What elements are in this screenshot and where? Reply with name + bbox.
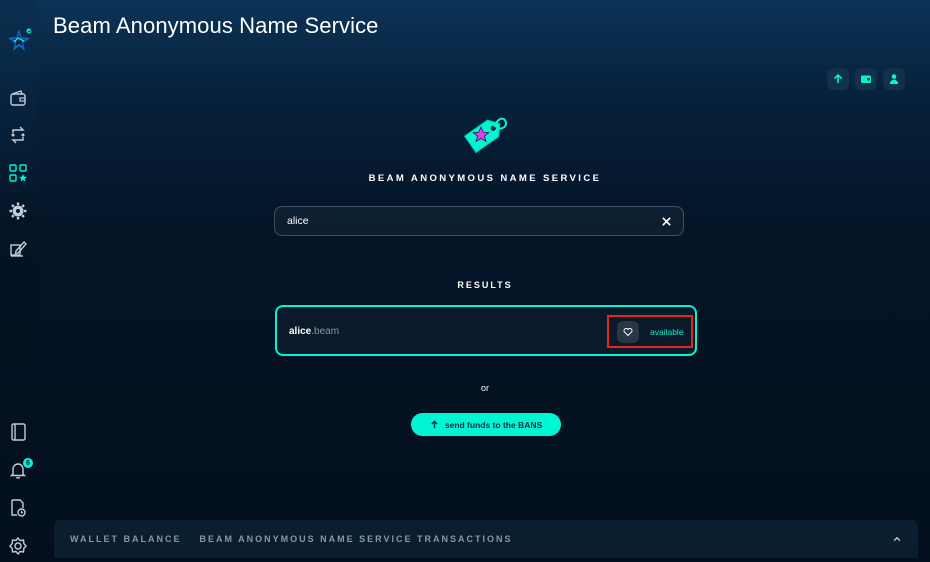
chevron-up-icon	[893, 536, 901, 542]
result-name-main: alice	[289, 326, 312, 337]
favorite-button[interactable]	[617, 321, 639, 343]
tab-wallet-balance[interactable]: WALLET BALANCE	[70, 534, 182, 544]
hero-title: BEAM ANONYMOUS NAME SERVICE	[368, 173, 602, 184]
wallet-icon	[861, 75, 871, 83]
gear-icon[interactable]	[8, 201, 28, 221]
notebook-icon[interactable]	[8, 422, 28, 442]
send-funds-button[interactable]: send funds to the BANS	[411, 413, 561, 436]
result-name-suffix: .beam	[311, 326, 340, 337]
notification-badge: 6	[23, 458, 33, 468]
user-icon	[889, 74, 899, 84]
result-item[interactable]: alice.beam available	[275, 305, 697, 356]
send-funds-label: send funds to the BANS	[444, 419, 543, 430]
search-input[interactable]	[287, 215, 659, 227]
arrow-up-icon	[431, 420, 438, 429]
tab-bans-transactions[interactable]: BEAM ANONYMOUS NAME SERVICE TRANSACTIONS	[200, 534, 513, 544]
search-box	[274, 206, 684, 236]
availability-status: available	[650, 327, 684, 337]
collapse-button[interactable]	[890, 532, 904, 546]
beam-logo[interactable]	[5, 26, 33, 54]
clear-search-button[interactable]	[659, 214, 673, 228]
document-clock-icon[interactable]	[8, 498, 28, 518]
arrow-up-icon	[833, 73, 843, 83]
settings-icon[interactable]	[8, 536, 28, 556]
or-label: or	[480, 383, 489, 393]
heart-icon	[623, 328, 633, 337]
page-title: Beam Anonymous Name Service	[53, 13, 379, 38]
result-name: alice.beam	[289, 326, 339, 337]
wallet-action-button[interactable]	[855, 68, 877, 90]
user-action-button[interactable]	[883, 68, 905, 90]
bottom-panel: WALLET BALANCE BEAM ANONYMOUS NAME SERVI…	[54, 520, 918, 558]
results-title: RESULTS	[457, 280, 513, 290]
edit-icon[interactable]	[8, 239, 28, 259]
name-tag-icon	[457, 110, 513, 156]
close-icon	[661, 216, 671, 226]
wallet-icon[interactable]	[8, 88, 28, 108]
transactions-icon[interactable]	[8, 125, 28, 145]
send-action-button[interactable]	[827, 68, 849, 90]
top-actions	[827, 68, 905, 90]
